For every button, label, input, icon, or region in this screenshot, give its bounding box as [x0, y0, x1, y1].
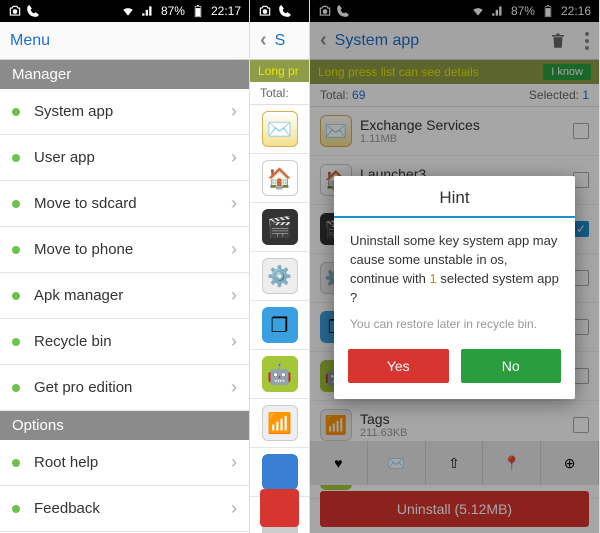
status-bar [250, 0, 309, 22]
no-button[interactable]: No [461, 349, 562, 383]
chevron-right-icon: › [231, 193, 237, 214]
menu-item-apk-manager[interactable]: Apk manager› [0, 273, 249, 319]
bullet-icon [12, 292, 20, 300]
bullet-icon [12, 505, 20, 513]
menu-item-move-sdcard[interactable]: Move to sdcard› [0, 181, 249, 227]
gear-icon: ⚙️ [262, 258, 298, 294]
app-icon-row[interactable]: ✉️ [250, 105, 309, 154]
chevron-right-icon: › [231, 239, 237, 260]
bullet-icon [12, 384, 20, 392]
menu-panel: 87% 22:17 Menu Manager System app› User … [0, 0, 250, 533]
list-panel-sliver: ‹ S Long pr Total: ✉️ 🏠 🎬 ⚙️ ❐ 🤖 📶 ♥ [250, 0, 310, 533]
bullet-icon [12, 459, 20, 467]
uninstall-button-sliver[interactable] [260, 489, 299, 527]
page-title: S [275, 32, 299, 50]
menu-item-root-help[interactable]: Root help› [0, 440, 249, 486]
envelope-icon: ✉️ [262, 111, 298, 147]
app-icon-row[interactable]: ❐ [250, 301, 309, 350]
chevron-right-icon: › [231, 498, 237, 519]
hint-dialog: Hint Uninstall some key system app may c… [334, 176, 575, 399]
chevron-right-icon: › [231, 147, 237, 168]
chevron-right-icon: › [231, 285, 237, 306]
menu-item-recycle-bin[interactable]: Recycle bin› [0, 319, 249, 365]
section-options: Options [0, 411, 249, 440]
clock: 22:17 [211, 4, 241, 18]
list-header: ‹ S [250, 22, 309, 60]
dialog-body: Uninstall some key system app may cause … [334, 218, 575, 313]
count-bar: Total: [250, 82, 309, 105]
camera-icon [8, 4, 22, 18]
bullet-icon [12, 338, 20, 346]
dialog-title: Hint [334, 176, 575, 218]
camera-icon [258, 4, 272, 18]
bullet-icon [12, 200, 20, 208]
copy-icon: ❐ [262, 307, 298, 343]
app-icon-row[interactable]: 🤖 [250, 350, 309, 399]
bullet-icon [12, 108, 20, 116]
section-manager: Manager [0, 60, 249, 89]
rss-icon: 📶 [262, 405, 298, 441]
house-icon: 🏠 [262, 160, 298, 196]
signal-icon [141, 4, 155, 18]
tip-bar: Long pr [250, 60, 309, 82]
app-icon-row[interactable]: 🏠 [250, 154, 309, 203]
app-icon-row[interactable]: 📶 [250, 399, 309, 448]
chevron-right-icon: › [231, 331, 237, 352]
system-app-panel: 87% 22:16 ‹ System app Long press list c… [310, 0, 600, 533]
battery-icon [191, 4, 205, 18]
bullet-icon [12, 246, 20, 254]
chevron-right-icon: › [231, 101, 237, 122]
blue-icon [262, 454, 298, 490]
clapper-icon: 🎬 [262, 209, 298, 245]
android-icon: 🤖 [262, 356, 298, 392]
chevron-right-icon: › [231, 452, 237, 473]
menu-header: Menu [0, 22, 249, 60]
dialog-buttons: Yes No [334, 343, 575, 399]
menu-item-pro[interactable]: Get pro edition› [0, 365, 249, 411]
menu-item-feedback[interactable]: Feedback› [0, 486, 249, 532]
yes-button[interactable]: Yes [348, 349, 449, 383]
back-icon[interactable]: ‹ [260, 29, 267, 52]
menu-item-move-phone[interactable]: Move to phone› [0, 227, 249, 273]
phone-icon [26, 4, 40, 18]
menu-item-user-app[interactable]: User app› [0, 135, 249, 181]
menu-item-system-app[interactable]: System app› [0, 89, 249, 135]
phone-icon [278, 4, 292, 18]
bullet-icon [12, 154, 20, 162]
status-bar: 87% 22:17 [0, 0, 249, 22]
wifi-icon [121, 4, 135, 18]
app-icon-row[interactable]: ⚙️ [250, 252, 309, 301]
battery-percent: 87% [161, 4, 185, 18]
dialog-subtext: You can restore later in recycle bin. [334, 313, 575, 343]
menu-title: Menu [10, 32, 50, 50]
app-icon-row[interactable]: 🎬 [250, 203, 309, 252]
chevron-right-icon: › [231, 377, 237, 398]
